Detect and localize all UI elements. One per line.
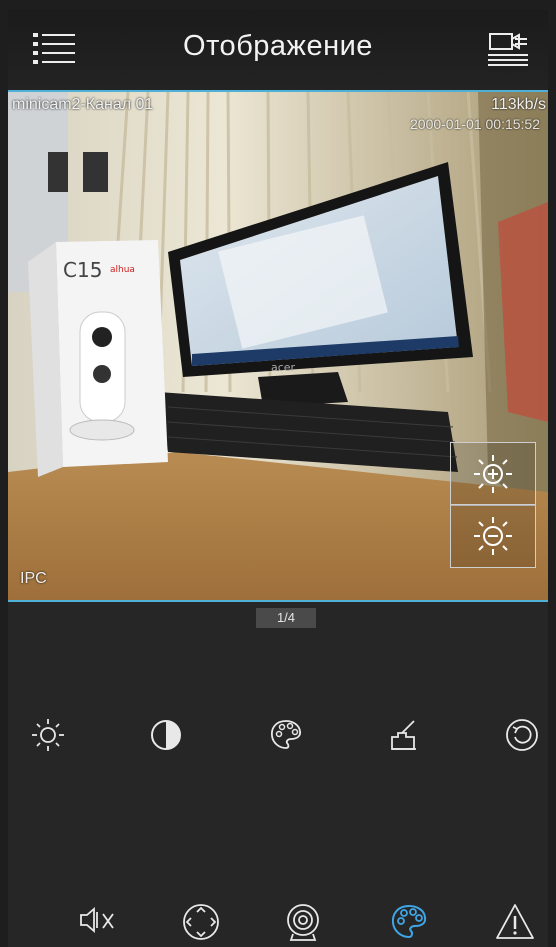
brightness-minus-icon bbox=[474, 517, 512, 555]
brightness-minus-button[interactable] bbox=[450, 504, 536, 568]
page-indicator: 1/4 bbox=[256, 608, 316, 628]
contrast-icon bbox=[151, 720, 181, 750]
video-view[interactable]: acer C15 alhua minicam2-Канал 01 113kb/s… bbox=[8, 90, 548, 602]
device-type: IPC bbox=[20, 570, 47, 587]
color-palette-icon bbox=[270, 720, 302, 749]
channel-name: minicam2-Канал 01 bbox=[12, 96, 154, 113]
ptz-button[interactable] bbox=[178, 900, 224, 944]
timestamp: 2000-01-01 00:15:52 bbox=[410, 116, 540, 132]
channel-list-icon[interactable] bbox=[488, 32, 528, 66]
image-adjust-button[interactable] bbox=[386, 900, 432, 944]
color-button[interactable] bbox=[264, 715, 308, 759]
alarm-button[interactable] bbox=[492, 900, 538, 944]
fisheye-icon bbox=[287, 904, 319, 941]
sharpness-button[interactable] bbox=[382, 715, 426, 759]
bottom-bar bbox=[8, 890, 548, 947]
box-brand: alhua bbox=[110, 265, 135, 275]
monitor-brand: acer bbox=[271, 361, 296, 374]
alarm-icon bbox=[496, 904, 534, 939]
image-adjust-icon bbox=[391, 904, 427, 939]
fisheye-button[interactable] bbox=[280, 900, 326, 944]
app-frame: Отображение acer C15 alhua minicam2-Кана… bbox=[8, 10, 548, 947]
brightness-icon bbox=[32, 719, 64, 751]
contrast-button[interactable] bbox=[144, 715, 188, 759]
reset-button[interactable] bbox=[500, 715, 544, 759]
box-label: C15 bbox=[63, 258, 102, 282]
bitrate: 113kb/s bbox=[491, 96, 546, 113]
ptz-icon bbox=[183, 904, 219, 940]
brightness-plus-button[interactable] bbox=[450, 442, 536, 506]
mute-icon bbox=[80, 907, 114, 933]
top-bar: Отображение bbox=[8, 10, 548, 90]
brightness-button[interactable] bbox=[26, 715, 70, 759]
image-tools bbox=[8, 715, 548, 765]
reset-icon bbox=[506, 719, 538, 751]
sharpness-icon bbox=[391, 720, 416, 750]
brightness-plus-icon bbox=[474, 455, 512, 493]
mute-button[interactable] bbox=[74, 900, 120, 944]
page-title: Отображение bbox=[183, 30, 373, 62]
